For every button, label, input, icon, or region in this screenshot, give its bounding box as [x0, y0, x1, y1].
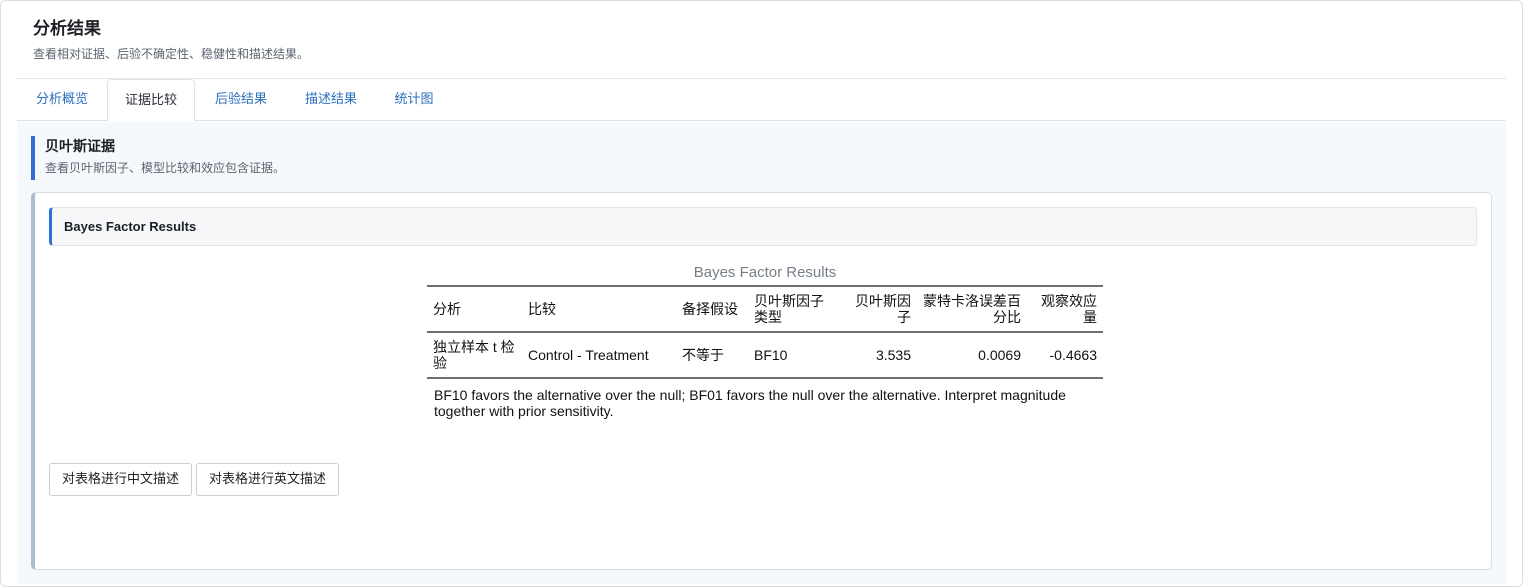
section-subtitle: 查看贝叶斯因子、模型比较和效应包含证据。 [45, 161, 286, 175]
describe-table-english-button[interactable]: 对表格进行英文描述 [196, 463, 340, 496]
describe-button-row: 对表格进行中文描述 对表格进行英文描述 [49, 463, 343, 496]
column-header: 分析 [427, 286, 522, 333]
column-header: 蒙特卡洛误差百分比 [917, 286, 1027, 333]
column-header: 观察效应量 [1027, 286, 1103, 333]
table-cell: BF10 [754, 347, 788, 363]
table-footnote: BF10 favors the alternative over the nul… [434, 387, 1066, 419]
tab-statistical-charts[interactable]: 统计图 [375, 79, 453, 121]
bayes-factor-card: Bayes Factor Results Bayes Factor Result… [31, 192, 1492, 570]
table-cell: -0.4663 [1049, 347, 1097, 363]
column-header: 比较 [522, 286, 676, 333]
table-cell: 不等于 [682, 347, 724, 363]
table-cell: 3.535 [875, 347, 911, 363]
card-title: Bayes Factor Results [64, 219, 197, 234]
section-header: 贝叶斯证据 查看贝叶斯因子、模型比较和效应包含证据。 [31, 136, 285, 180]
card-header: Bayes Factor Results [49, 207, 1477, 246]
column-header: 贝叶斯因子类型 [748, 286, 842, 333]
table-row: 独立样本 t 检验 Control - Treatment 不等于 BF10 3… [427, 332, 1103, 378]
table-cell: 0.0069 [978, 347, 1021, 363]
table-caption: Bayes Factor Results [693, 264, 837, 281]
page-header: 分析结果 查看相对证据、后验不确定性、稳健性和描述结果。 [33, 17, 309, 62]
describe-table-chinese-button[interactable]: 对表格进行中文描述 [49, 463, 193, 496]
section-title: 贝叶斯证据 [45, 139, 115, 155]
analysis-results-panel: 分析结果 查看相对证据、后验不确定性、稳健性和描述结果。 分析概览 证据比较 后… [0, 0, 1523, 587]
page-subtitle: 查看相对证据、后验不确定性、稳健性和描述结果。 [33, 47, 310, 61]
result-tabs: 分析概览 证据比较 后验结果 描述结果 统计图 [17, 79, 1506, 122]
tab-posterior-results[interactable]: 后验结果 [195, 79, 287, 121]
tab-overview[interactable]: 分析概览 [17, 79, 107, 121]
page-title: 分析结果 [33, 19, 101, 39]
column-header: 备择假设 [676, 286, 748, 333]
tab-evidence-comparison[interactable]: 证据比较 [107, 79, 195, 122]
bayes-factor-table: 分析 比较 备择假设 贝叶斯因子类型 贝叶斯因子 蒙特卡洛误差百分比 观察效应量… [427, 285, 1103, 379]
bayes-factor-table-wrapper: Bayes Factor Results 分析 比较 备择假设 贝叶斯因子类型 … [427, 263, 1103, 419]
table-header-row: 分析 比较 备择假设 贝叶斯因子类型 贝叶斯因子 蒙特卡洛误差百分比 观察效应量 [427, 286, 1103, 333]
table-cell: 独立样本 t 检验 [433, 339, 515, 371]
tab-content: 贝叶斯证据 查看贝叶斯因子、模型比较和效应包含证据。 Bayes Factor … [17, 122, 1506, 584]
tab-descriptive-results[interactable]: 描述结果 [287, 79, 375, 121]
table-cell: Control - Treatment [528, 347, 649, 363]
column-header: 贝叶斯因子 [842, 286, 917, 333]
